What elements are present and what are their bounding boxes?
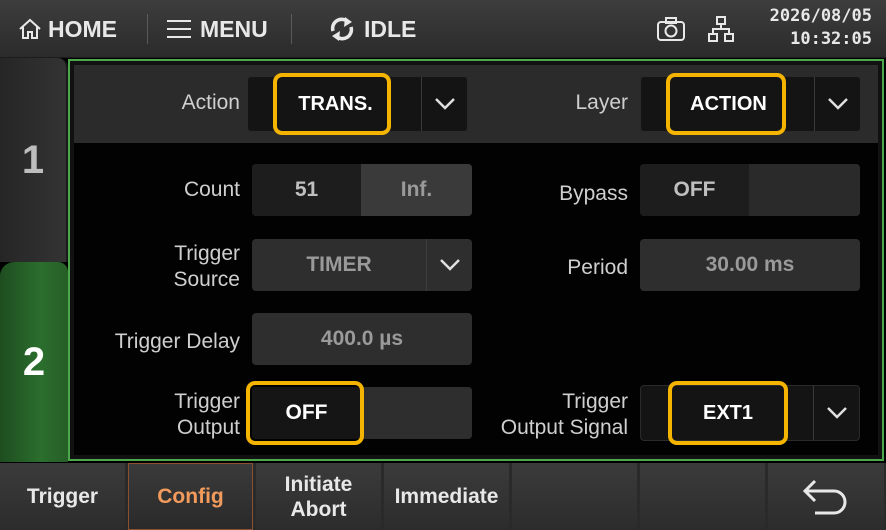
clock: 2026/08/05 10:32:05 — [770, 5, 872, 51]
trigger-source-dropdown[interactable]: TIMER — [252, 239, 472, 291]
menu-button[interactable]: MENU — [166, 0, 268, 58]
chevron-down-icon[interactable] — [421, 77, 467, 131]
header-divider — [147, 14, 148, 44]
action-value: TRANS. — [298, 92, 373, 115]
chevron-down-icon[interactable] — [813, 386, 859, 440]
menu-icon — [167, 20, 191, 38]
action-dropdown[interactable]: TRANS. — [247, 76, 468, 132]
count-value-option[interactable]: 51 — [252, 164, 361, 216]
refresh-icon — [330, 17, 354, 41]
trigger-output-toggle[interactable]: OFF — [252, 387, 472, 439]
side-tab-2-label: 2 — [22, 339, 46, 384]
time-text: 10:32:05 — [790, 29, 872, 49]
date-text: 2026/08/05 — [769, 6, 872, 26]
softkey-empty-5[interactable] — [512, 463, 637, 530]
top-selector-row: Action TRANS. Layer ACTION — [74, 65, 878, 143]
back-button[interactable] — [768, 463, 884, 530]
side-tab-1[interactable]: 1 — [0, 58, 68, 262]
trigger-source-value: TIMER — [306, 253, 372, 276]
softkey-immediate[interactable]: Immediate — [384, 463, 509, 530]
chevron-down-icon[interactable] — [814, 77, 860, 131]
bypass-label: Bypass — [559, 182, 628, 205]
softkey-config[interactable]: Config — [128, 463, 253, 530]
layer-value: ACTION — [690, 92, 767, 115]
side-tab-1-label: 1 — [21, 137, 45, 182]
bypass-on-option[interactable] — [749, 164, 860, 216]
softkey-trigger[interactable]: Trigger — [0, 463, 125, 530]
softkey-bar: Trigger Config Initiate Abort Immediate — [0, 463, 886, 530]
count-selector[interactable]: 51 Inf. — [252, 164, 472, 216]
trigger-output-signal-label: Trigger Output Signal — [500, 390, 628, 439]
trigger-source-label: Trigger Source — [173, 242, 240, 291]
bypass-off-option[interactable]: OFF — [640, 164, 749, 216]
trigger-delay-field[interactable]: 400.0 µs — [252, 313, 472, 365]
home-button[interactable]: HOME — [18, 0, 117, 58]
trigger-output-signal-value: EXT1 — [702, 401, 754, 424]
chevron-down-icon[interactable] — [426, 239, 472, 291]
config-panel: Action TRANS. Layer ACTION Count 51 Inf.… — [68, 59, 884, 461]
camera-icon[interactable] — [656, 16, 686, 42]
home-label: HOME — [48, 15, 117, 42]
trigger-output-label: Trigger Output — [174, 390, 240, 439]
header-divider — [291, 14, 292, 44]
network-icon — [708, 16, 734, 42]
softkey-initiate-abort[interactable]: Initiate Abort — [256, 463, 381, 530]
back-arrow-icon — [802, 479, 847, 514]
period-field[interactable]: 30.00 ms — [640, 239, 860, 291]
trigger-output-on-option[interactable] — [361, 387, 472, 439]
layer-label: Layer — [575, 91, 628, 114]
run-status: IDLE — [328, 0, 416, 58]
count-label: Count — [183, 178, 240, 201]
menu-label: MENU — [200, 15, 268, 42]
header-bar: HOME MENU IDLE 2026/08/05 10:32:05 — [0, 0, 886, 58]
home-icon — [19, 18, 41, 39]
trigger-output-signal-dropdown[interactable]: EXT1 — [640, 385, 860, 441]
layer-dropdown[interactable]: ACTION — [640, 76, 861, 132]
bypass-toggle[interactable]: OFF — [640, 164, 860, 216]
trigger-output-off-option[interactable]: OFF — [252, 387, 361, 439]
period-label: Period — [567, 256, 628, 279]
trigger-delay-label: Trigger Delay — [114, 330, 240, 353]
count-infinite-option[interactable]: Inf. — [361, 164, 472, 216]
status-label: IDLE — [364, 15, 417, 42]
action-label: Action — [181, 91, 240, 114]
softkey-empty-6[interactable] — [640, 463, 765, 530]
side-tab-2[interactable]: 2 — [0, 262, 68, 462]
